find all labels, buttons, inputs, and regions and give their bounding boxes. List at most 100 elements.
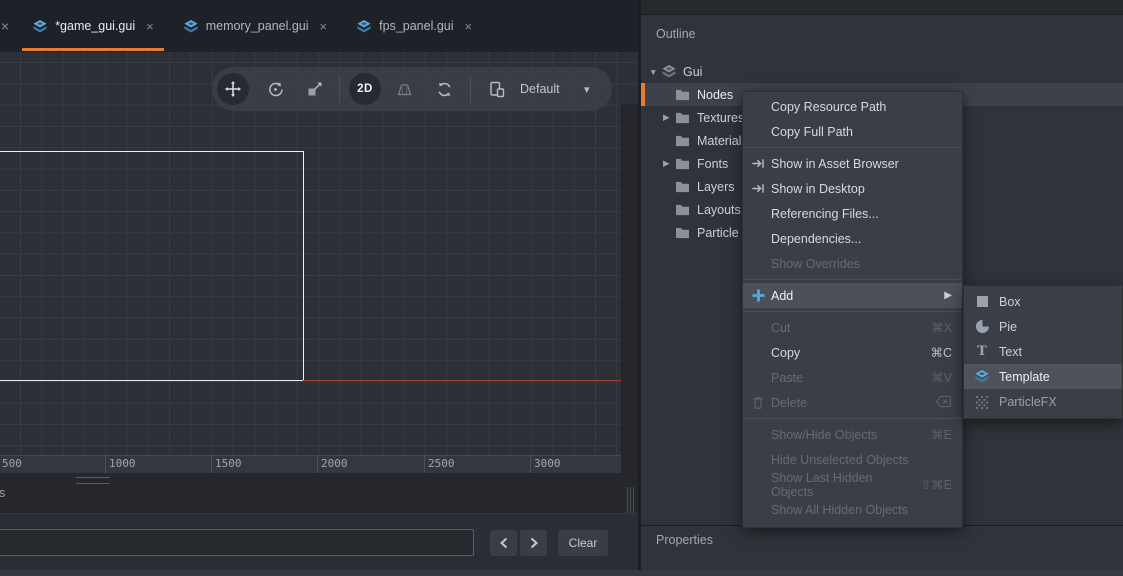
tree-row-label: Layouts: [697, 203, 741, 217]
rotate-tool-button[interactable]: [259, 73, 291, 105]
menu-item-show-overrides: Show Overrides: [743, 251, 962, 276]
orbit-refresh-icon: [436, 81, 453, 98]
viewport-scrollbar[interactable]: [621, 104, 638, 524]
ruler-tick: [424, 456, 425, 473]
tab-game-gui[interactable]: *game_gui.gui ×: [22, 0, 164, 52]
menu-item-label: Show All Hidden Objects: [771, 503, 908, 517]
disclosure-closed-icon[interactable]: ▶: [663, 158, 675, 169]
folder-icon: [675, 179, 691, 195]
delete-key-icon: [921, 395, 952, 411]
menu-item-copy-resource-path[interactable]: Copy Resource Path: [743, 94, 962, 119]
menu-item-label: Show in Desktop: [771, 182, 865, 196]
menu-item-show-last-hidden-objects: Show Last Hidden Objects ⇧⌘E: [743, 472, 962, 497]
tab-memory-panel[interactable]: memory_panel.gui ×: [173, 0, 337, 52]
clear-console-button[interactable]: Clear: [558, 530, 608, 556]
menu-item-label: Show Last Hidden Objects: [771, 471, 907, 499]
particlefx-icon: [974, 394, 990, 410]
menu-item-label: Copy Resource Path: [771, 100, 886, 114]
menu-item-label: Add: [771, 289, 793, 303]
folder-icon: [675, 87, 691, 103]
gui-scene-icon: [356, 19, 372, 34]
menu-shortcut: ⌘C: [916, 345, 952, 360]
find-next-button[interactable]: [520, 530, 547, 556]
tree-row-label: Textures: [697, 111, 744, 125]
submenu-item-template[interactable]: Template: [964, 364, 1122, 389]
move-icon: [225, 81, 241, 97]
tree-row-gui[interactable]: ▼ Gui: [641, 60, 1123, 83]
properties-panel-title: Properties: [656, 533, 713, 547]
close-icon[interactable]: ×: [146, 19, 154, 34]
move-tool-button[interactable]: [217, 73, 249, 105]
find-previous-button[interactable]: [490, 530, 517, 556]
menu-item-paste: Paste ⌘V: [743, 365, 962, 390]
menu-shortcut: ⌘X: [917, 320, 952, 335]
horizontal-splitter-handle[interactable]: [76, 477, 110, 484]
ruler-label: 1500: [215, 457, 242, 470]
scale-icon: [306, 81, 323, 98]
ruler-label: 500: [2, 457, 22, 470]
trash-icon: [751, 395, 771, 411]
realign-camera-button[interactable]: [428, 73, 460, 105]
ruler-label: 1000: [109, 457, 136, 470]
layout-dropdown-value[interactable]: Default: [520, 67, 560, 111]
tree-row-label: Fonts: [697, 157, 728, 171]
submenu-item-particlefx[interactable]: ParticleFX: [964, 389, 1122, 414]
close-icon[interactable]: ×: [0, 18, 13, 34]
viewport-canvas[interactable]: 2D: [0, 52, 640, 455]
close-icon[interactable]: ×: [465, 19, 473, 34]
2d-mode-button[interactable]: 2D: [349, 73, 381, 105]
chevron-left-icon: [499, 537, 509, 549]
submenu-item-label: ParticleFX: [999, 395, 1057, 409]
text-icon: T: [974, 344, 990, 360]
layout-device-button[interactable]: [481, 73, 513, 105]
menu-separator: [743, 311, 962, 312]
menu-item-copy-full-path[interactable]: Copy Full Path: [743, 119, 962, 144]
console-panel: s Clear: [0, 473, 638, 576]
tree-row-label: Gui: [683, 65, 702, 79]
menu-item-dependencies[interactable]: Dependencies...: [743, 226, 962, 251]
submenu-item-box[interactable]: Box: [964, 289, 1122, 314]
ruler-label: 2500: [428, 457, 455, 470]
menu-item-show-in-desktop[interactable]: Show in Desktop: [743, 176, 962, 201]
menu-shortcut: ⌘V: [917, 370, 952, 385]
console-tab-label-fragment[interactable]: s: [0, 486, 5, 500]
menu-item-label: Show Overrides: [771, 257, 860, 271]
menu-item-show-in-asset-browser[interactable]: Show in Asset Browser: [743, 151, 962, 176]
outline-panel-title: Outline: [656, 27, 696, 41]
menu-item-referencing-files[interactable]: Referencing Files...: [743, 201, 962, 226]
scale-tool-button[interactable]: [298, 73, 330, 105]
tree-row-label: Materials: [697, 134, 748, 148]
submenu-item-pie[interactable]: Pie: [964, 314, 1122, 339]
ruler-label: 2000: [321, 457, 348, 470]
pie-icon: [974, 319, 990, 335]
menu-item-show-all-hidden-objects: Show All Hidden Objects: [743, 497, 962, 522]
folder-icon: [675, 133, 691, 149]
disclosure-open-icon[interactable]: ▼: [649, 67, 661, 77]
menu-item-label: Copy: [771, 346, 800, 360]
frustum-icon: [396, 81, 413, 98]
tab-fps-panel[interactable]: fps_panel.gui ×: [346, 0, 482, 52]
vertical-splitter-handle[interactable]: [627, 487, 636, 513]
submenu-caret-icon: ▶: [944, 290, 952, 301]
editor-tab-strip: × *game_gui.gui × memory_panel.gui ×: [0, 0, 640, 52]
menu-item-label: Paste: [771, 371, 803, 385]
menu-item-add[interactable]: Add ▶: [743, 283, 962, 308]
submenu-item-text[interactable]: T Text: [964, 339, 1122, 364]
ruler-tick: [530, 456, 531, 473]
scene-toolbar: 2D: [212, 67, 612, 111]
ruler-label: 3000: [534, 457, 561, 470]
console-search-input[interactable]: [0, 529, 474, 556]
close-icon[interactable]: ×: [320, 19, 328, 34]
menu-separator: [743, 147, 962, 148]
chevron-down-icon[interactable]: ▾: [584, 67, 590, 111]
menu-item-copy[interactable]: Copy ⌘C: [743, 340, 962, 365]
menu-item-label: Cut: [771, 321, 790, 335]
perspective-camera-button[interactable]: [388, 73, 420, 105]
clear-button-label: Clear: [569, 536, 598, 550]
disclosure-closed-icon[interactable]: ▶: [663, 112, 675, 123]
device-icon: [488, 80, 506, 98]
menu-item-delete: Delete: [743, 390, 962, 415]
submenu-item-label: Template: [999, 370, 1050, 384]
toolbar-divider: [470, 75, 471, 103]
menu-item-show-hide-objects: Show/Hide Objects ⌘E: [743, 422, 962, 447]
